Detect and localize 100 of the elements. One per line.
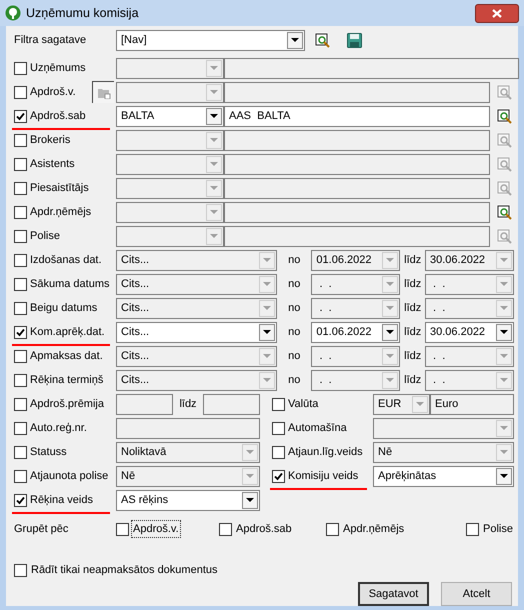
checkbox[interactable] <box>272 470 285 482</box>
period-dropdown[interactable]: Cits... <box>116 250 277 270</box>
select-dropdown[interactable] <box>373 418 514 438</box>
text-field[interactable] <box>116 418 260 438</box>
checkbox[interactable] <box>14 62 27 74</box>
name-field[interactable] <box>224 202 490 222</box>
min-field[interactable] <box>116 394 173 414</box>
code-dropdown[interactable] <box>116 58 224 78</box>
group-option-label: Apdr.ņēmējs <box>342 522 406 537</box>
close-icon <box>492 8 502 18</box>
field-label: Polise <box>30 228 60 244</box>
select-dropdown[interactable]: Aprēķinātas <box>373 466 514 486</box>
name-field[interactable] <box>224 178 490 198</box>
date-to-dropdown[interactable]: 30.06.2022 <box>425 250 514 270</box>
checkbox[interactable] <box>14 374 27 386</box>
code-dropdown[interactable] <box>116 130 224 150</box>
checkbox[interactable] <box>14 326 27 338</box>
to-label: līdz <box>403 300 422 316</box>
checkbox[interactable] <box>14 134 27 146</box>
checkbox[interactable] <box>14 350 27 362</box>
period-dropdown[interactable]: Cits... <box>116 298 277 318</box>
unpaid-only-label: Rādīt tikai neapmaksātos dokumentus <box>31 562 218 578</box>
checkbox[interactable] <box>14 230 27 242</box>
date-to-dropdown[interactable]: 30.06.2022 <box>425 322 514 342</box>
code-dropdown[interactable] <box>116 82 224 102</box>
field-label: Valūta <box>288 396 318 412</box>
checkbox[interactable] <box>14 110 27 122</box>
date-from-dropdown[interactable]: . . <box>311 298 400 318</box>
group-by-label: Grupēt pēc <box>14 522 70 537</box>
checkbox[interactable] <box>14 564 27 576</box>
currency-dropdown[interactable]: EUR <box>373 394 430 414</box>
lookup-icon[interactable] <box>497 108 513 124</box>
lookup-icon[interactable] <box>315 32 331 48</box>
dialog-button[interactable]: Sagatavot <box>358 582 429 606</box>
checkbox[interactable] <box>326 522 339 536</box>
dialog-button[interactable]: Atcelt <box>441 582 512 606</box>
name-field[interactable] <box>224 226 490 246</box>
checkbox[interactable] <box>14 254 27 266</box>
folder-icon <box>96 86 110 98</box>
checkbox[interactable] <box>14 206 27 218</box>
select-dropdown[interactable]: Nē <box>116 466 260 486</box>
name-field[interactable] <box>224 82 490 102</box>
code-dropdown[interactable] <box>116 154 224 174</box>
checkbox[interactable] <box>14 470 27 482</box>
select-dropdown[interactable]: Nē <box>373 442 514 462</box>
date-to-dropdown[interactable]: . . <box>425 274 514 294</box>
name-field[interactable] <box>224 154 490 174</box>
checkbox[interactable] <box>14 158 27 170</box>
code-dropdown[interactable] <box>116 178 224 198</box>
period-dropdown[interactable]: Cits... <box>116 346 277 366</box>
to-label: līdz <box>403 252 422 268</box>
checkbox[interactable] <box>272 446 285 458</box>
checkbox[interactable] <box>14 182 27 194</box>
code-dropdown[interactable] <box>116 202 224 222</box>
field-label: Apmaksas dat. <box>30 348 103 364</box>
from-label: no <box>287 252 302 268</box>
folder-button[interactable] <box>92 81 114 103</box>
period-dropdown[interactable]: Cits... <box>116 322 277 342</box>
date-to-dropdown[interactable]: . . <box>425 370 514 390</box>
to-label: līdz <box>403 348 422 364</box>
checkbox[interactable] <box>14 494 27 506</box>
checkbox[interactable] <box>14 302 27 314</box>
select-dropdown[interactable]: AS rēķins <box>116 490 260 510</box>
field-label: Brokeris <box>30 132 70 148</box>
checkbox[interactable] <box>219 522 232 536</box>
period-dropdown[interactable]: Cits... <box>116 274 277 294</box>
name-field[interactable]: AAS BALTA <box>224 106 490 126</box>
currency-name-field[interactable]: Euro <box>430 394 514 414</box>
date-to-dropdown[interactable]: . . <box>425 346 514 366</box>
date-from-dropdown[interactable]: . . <box>311 370 400 390</box>
date-from-dropdown[interactable]: . . <box>311 274 400 294</box>
close-button[interactable] <box>475 4 519 22</box>
date-from-dropdown[interactable]: . . <box>311 346 400 366</box>
field-label: Piesaistītājs <box>30 180 89 196</box>
code-dropdown[interactable] <box>116 226 224 246</box>
code-dropdown[interactable]: BALTA <box>116 106 224 126</box>
checkbox[interactable] <box>272 422 285 434</box>
to-label: līdz <box>403 276 422 292</box>
checkbox[interactable] <box>14 278 27 290</box>
date-from-dropdown[interactable]: 01.06.2022 <box>311 322 400 342</box>
max-field[interactable] <box>203 394 260 414</box>
checkbox[interactable] <box>466 522 479 536</box>
field-label: Auto.reģ.nr. <box>30 420 87 436</box>
name-field[interactable] <box>224 58 519 78</box>
checkbox[interactable] <box>272 398 285 410</box>
name-field[interactable] <box>224 130 490 150</box>
lookup-icon[interactable] <box>497 204 513 220</box>
checkbox[interactable] <box>14 446 27 458</box>
checkbox[interactable] <box>14 422 27 434</box>
filter-dropdown[interactable]: [Nav] <box>116 30 305 50</box>
from-label: no <box>287 276 302 292</box>
checkbox[interactable] <box>14 398 27 410</box>
select-dropdown[interactable]: Noliktavā <box>116 442 260 462</box>
checkbox[interactable] <box>116 522 129 536</box>
checkbox[interactable] <box>14 86 27 98</box>
date-to-dropdown[interactable]: . . <box>425 298 514 318</box>
date-from-dropdown[interactable]: 01.06.2022 <box>311 250 400 270</box>
field-label: Sākuma datums <box>30 276 110 292</box>
period-dropdown[interactable]: Cits... <box>116 370 277 390</box>
save-icon[interactable] <box>347 32 362 48</box>
